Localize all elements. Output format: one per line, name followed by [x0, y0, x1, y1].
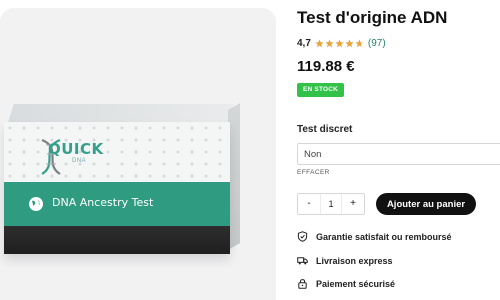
- product-details: Test d'origine ADN 4,7 (97) 119.88 € EN …: [297, 0, 500, 300]
- box-bottom: [4, 226, 230, 254]
- option-label: Test discret: [297, 124, 353, 135]
- select-value: Non: [304, 149, 322, 160]
- star-icon: [345, 39, 354, 48]
- feature-label: Livraison express: [316, 255, 393, 266]
- rating-stars: [315, 39, 364, 48]
- box-front: QUICK DNA DNA Ancestry Test: [4, 122, 230, 254]
- star-icon: [335, 39, 344, 48]
- product-title: Test d'origine ADN: [297, 8, 448, 27]
- lock-icon: [298, 279, 307, 289]
- quantity-input[interactable]: 1: [320, 194, 342, 214]
- star-icon: [315, 39, 324, 48]
- quantity-stepper: - 1 +: [297, 193, 365, 215]
- feature-payment: Paiement sécurisé: [297, 278, 395, 289]
- box-top: [8, 104, 234, 122]
- product-price: 119.88 €: [297, 58, 355, 75]
- quantity-increase-button[interactable]: +: [342, 194, 364, 214]
- rating-value: 4,7: [297, 38, 311, 49]
- quantity-decrease-button[interactable]: -: [298, 194, 320, 214]
- brand-text: QUICK: [48, 140, 104, 158]
- feature-delivery: Livraison express: [297, 255, 393, 266]
- discreet-test-select[interactable]: Non: [297, 143, 500, 165]
- band-text: DNA Ancestry Test: [52, 196, 154, 209]
- feature-label: Garantie satisfait ou remboursé: [316, 231, 452, 242]
- truck-icon: [297, 257, 308, 265]
- feature-label: Paiement sécurisé: [316, 278, 396, 289]
- product-image-card[interactable]: QUICK DNA DNA Ancestry Test: [0, 8, 276, 300]
- shield-check-icon: [297, 231, 308, 242]
- star-half-icon: [355, 39, 364, 48]
- brand-sub: DNA: [72, 158, 87, 164]
- globe-icon: [29, 197, 43, 211]
- add-to-cart-button[interactable]: Ajouter au panier: [376, 193, 476, 215]
- stock-badge: EN STOCK: [297, 83, 345, 97]
- product-rating[interactable]: 4,7 (97): [297, 38, 386, 49]
- rating-count-link[interactable]: (97): [368, 38, 386, 49]
- product-box-image: QUICK DNA DNA Ancestry Test: [0, 103, 240, 264]
- clear-option-link[interactable]: EFFACER: [297, 169, 330, 176]
- star-icon: [325, 39, 334, 48]
- feature-guarantee: Garantie satisfait ou remboursé: [297, 231, 452, 242]
